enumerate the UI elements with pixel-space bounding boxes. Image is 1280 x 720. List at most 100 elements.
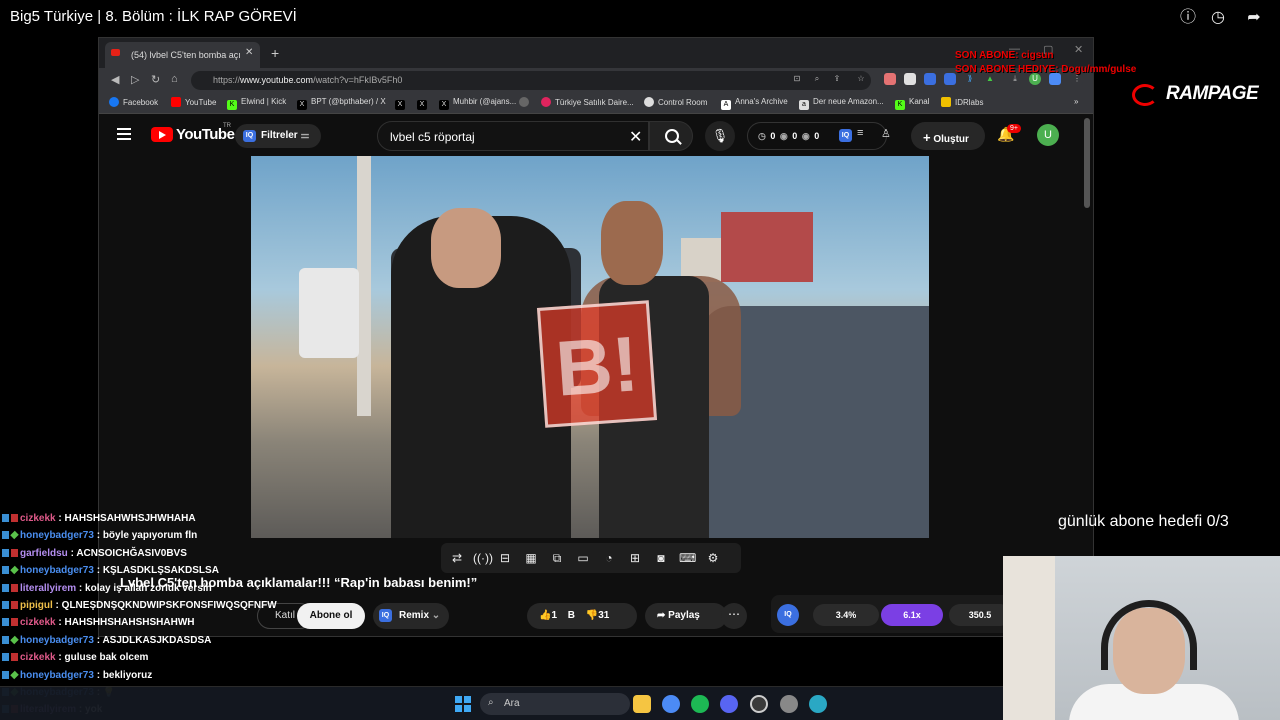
bookmark-item[interactable]: K Elwind | Kick	[227, 97, 286, 110]
rampage-logo-icon	[1132, 84, 1158, 106]
reload-icon[interactable]: ↻	[151, 73, 160, 86]
broadcast-icon[interactable]: ((·))	[473, 550, 493, 566]
edge-icon[interactable]	[809, 695, 827, 713]
url-path: /watch?v=hFkIBv5Fh0	[313, 75, 403, 85]
picture-in-picture-icon[interactable]: ⧉	[549, 550, 565, 566]
bookmark-item[interactable]: a Der neue Amazon...	[799, 97, 884, 110]
more-bookmarks-icon[interactable]: »	[1074, 97, 1078, 106]
chat-message: cizkekk : HAHSHSAHWHSJHWHAHA	[2, 511, 196, 527]
zoom-icon[interactable]: ⌕	[811, 73, 823, 85]
stats-pill[interactable]: ◷ 0 ◉ 0 ◉ 0	[747, 122, 887, 150]
url-input[interactable]: https://www.youtube.com/watch?v=hFkIBv5F…	[191, 71, 871, 90]
spotify-icon[interactable]	[691, 695, 709, 713]
trophy-icon[interactable]: ♙	[881, 127, 891, 140]
browser-tab[interactable]: (54) lvbel C5'ten bomba açı	[105, 42, 260, 68]
chrome-icon[interactable]	[662, 695, 680, 713]
chat-message: garfieldsu : ACNSOICHĞASIV0BVS	[2, 546, 187, 562]
clear-search-icon[interactable]: ✕	[629, 127, 642, 147]
close-tab-icon[interactable]: ✕	[245, 47, 253, 58]
like-dislike-button[interactable]: 👍1 B 👎31	[527, 603, 637, 629]
facebook-icon	[109, 97, 119, 107]
forward-icon[interactable]: ▷	[131, 73, 139, 86]
theater-icon[interactable]: ▭	[575, 550, 591, 566]
loop-icon[interactable]: ⇄	[449, 550, 465, 566]
x-icon: X	[439, 100, 449, 110]
notification-count-badge: 9+	[1007, 124, 1021, 133]
brand-logo-text: RAMPAGE	[1166, 83, 1259, 104]
webcam-background-shelf	[1003, 556, 1055, 720]
bookmark-item[interactable]: YouTube	[171, 97, 216, 107]
clock-icon[interactable]: ◷	[1209, 9, 1227, 27]
bookmark-item[interactable]: IDRlabs	[941, 97, 983, 107]
chat-badge-icon	[2, 583, 9, 592]
bookmarks-bar: Facebook YouTube K Elwind | Kick X BPT (@b…	[99, 92, 1093, 114]
extension-icon[interactable]	[904, 73, 916, 85]
last-subscriber-text: SON ABONE: cigsun	[955, 50, 1054, 61]
screenshot-icon[interactable]: ◙	[653, 550, 669, 566]
page-scrollbar[interactable]	[1084, 118, 1090, 208]
chat-username: cizkekk	[20, 513, 56, 524]
subscribe-button[interactable]: Abone ol	[297, 603, 365, 629]
account-avatar[interactable]: U	[1037, 124, 1059, 146]
chat-username: cizkekk	[20, 617, 56, 629]
bookmark-item[interactable]: K Kanal	[895, 97, 929, 110]
list-icon[interactable]: ≡	[857, 127, 863, 139]
bookmark-item[interactable]: Türkiye Satılık Daire...	[541, 97, 634, 107]
bookmark-item[interactable]	[519, 97, 533, 107]
clapperboard-icon[interactable]: ▦	[523, 550, 539, 566]
video-player[interactable]: B!	[251, 156, 929, 538]
hamburger-menu-icon[interactable]	[117, 128, 131, 140]
webcam-feed	[1003, 556, 1280, 720]
remix-button[interactable]: IQ Remix ⌄	[373, 603, 449, 629]
chat-message: cizkekk : guluse bak olcem	[2, 650, 148, 666]
home-icon[interactable]: ⌂	[171, 73, 178, 85]
chat-username: honeybadger73	[20, 669, 94, 681]
create-button[interactable]: + Oluştur	[911, 122, 985, 150]
bookmark-item[interactable]: X BPT (@bpthaber) / X	[297, 97, 386, 110]
taskbar-search-input[interactable]: ⌕ Ara	[480, 693, 630, 715]
outlier-metric: 6.1x	[881, 604, 943, 626]
chat-separator: :	[52, 600, 62, 611]
settings-gear-icon[interactable]: ⚙	[705, 550, 721, 566]
info-icon[interactable]: ⓘ	[1179, 9, 1197, 27]
chat-badge-icon	[11, 514, 18, 522]
chat-badge-icon	[10, 670, 19, 679]
share-button[interactable]: ➦ Paylaş	[645, 603, 727, 629]
youtube-logo-icon[interactable]	[151, 127, 173, 142]
bookmark-item[interactable]: A Anna's Archive	[721, 97, 788, 110]
chat-separator: :	[93, 530, 103, 542]
extension-icon[interactable]	[884, 73, 896, 85]
more-actions-icon[interactable]: ⋯	[721, 603, 747, 629]
install-icon[interactable]: ⊡	[791, 73, 803, 85]
settings-icon[interactable]	[780, 695, 798, 713]
obs-icon[interactable]	[750, 695, 768, 713]
bookmark-star-icon[interactable]: ☆	[855, 73, 867, 85]
file-explorer-icon[interactable]	[633, 695, 651, 713]
youtube-icon	[171, 97, 181, 107]
bookmark-item[interactable]: Control Room	[644, 97, 707, 107]
playlist-view-icon[interactable]: ⊟	[497, 550, 513, 566]
bookmark-item[interactable]: X Muhbir (@ajans...	[439, 97, 516, 110]
x-icon: X	[417, 100, 427, 110]
iq-icon[interactable]: IQ	[839, 129, 852, 142]
headset-icon	[1101, 600, 1197, 670]
new-tab-icon[interactable]: +	[271, 45, 279, 61]
extension-icon[interactable]	[924, 73, 936, 85]
filters-button[interactable]: IQ Filtreler ⚌	[235, 124, 321, 148]
add-to-queue-icon[interactable]: ⊞	[627, 550, 643, 566]
share-icon: ➦	[657, 610, 666, 621]
bookmark-item[interactable]: X	[417, 97, 431, 110]
keyboard-icon[interactable]: ⌨	[679, 550, 696, 566]
search-input[interactable]: lvbel c5 röportaj	[377, 121, 649, 151]
chat-text: QLNEŞDNŞQKNDWIPSKFONSFIWQSQFNFW	[61, 600, 277, 611]
share-page-icon[interactable]: ⇪	[831, 73, 843, 85]
discord-icon[interactable]	[720, 695, 738, 713]
bookmark-item[interactable]: X	[395, 97, 409, 110]
microphone-icon[interactable]: 🎙	[705, 121, 735, 151]
speedometer-icon[interactable]: ◔	[601, 550, 617, 566]
bookmark-item[interactable]: Facebook	[109, 97, 158, 107]
windows-start-icon[interactable]	[455, 696, 471, 712]
share-arrow-icon[interactable]: ➦	[1245, 9, 1263, 27]
back-icon[interactable]: ◀	[111, 73, 119, 86]
search-button[interactable]	[649, 121, 693, 151]
